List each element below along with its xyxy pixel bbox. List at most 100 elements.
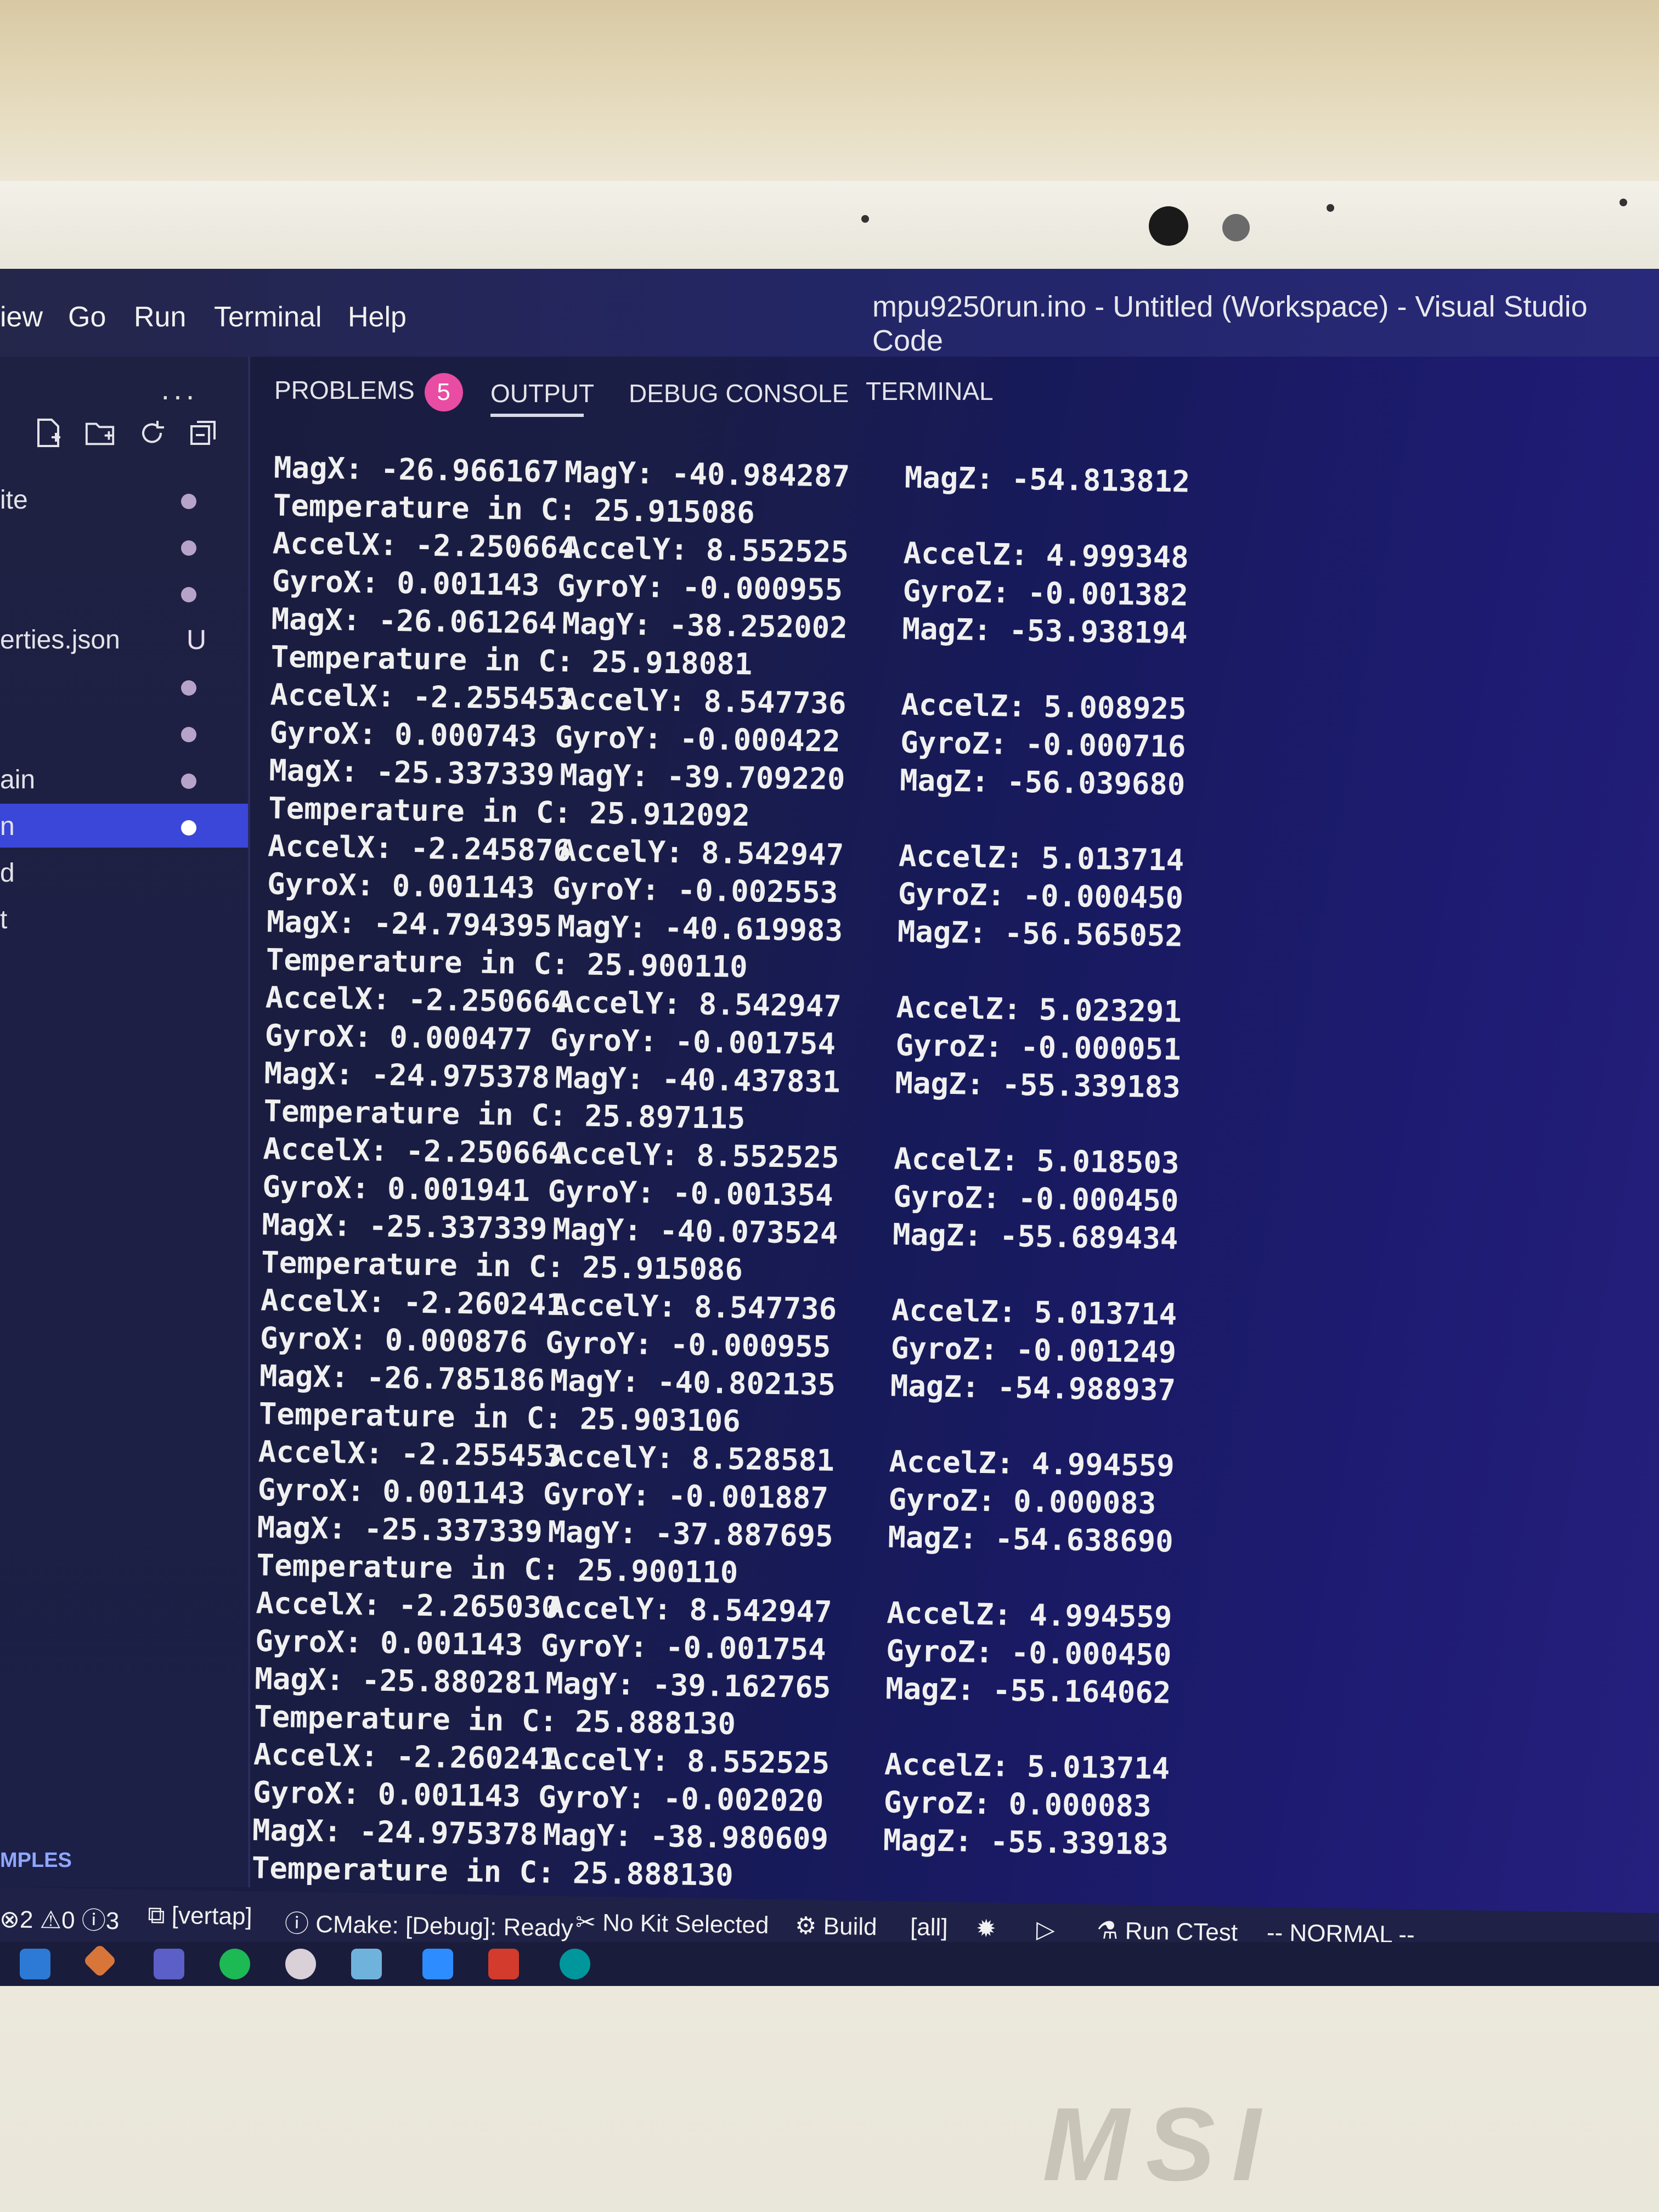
tab-problems[interactable]: PROBLEMS 5 xyxy=(274,373,463,411)
gear-icon: ⚙ xyxy=(794,1912,817,1940)
build-target[interactable]: [all] xyxy=(910,1914,948,1942)
problems-count-badge: 5 xyxy=(424,373,463,411)
more-actions-icon[interactable]: ··· xyxy=(160,377,198,413)
output-value: GyroZ: -0.001249 xyxy=(890,1330,1177,1370)
cmake-label: CMake: [Debug]: Ready xyxy=(315,1911,574,1942)
file-item[interactable]: erties.json U xyxy=(0,617,248,661)
build-label: Build xyxy=(823,1912,877,1941)
output-value: AccelZ: 5.023291 xyxy=(896,990,1182,1029)
output-panel[interactable]: MagX: -26.966167 MagY: -40.984287 MagZ: -5… xyxy=(235,433,1519,1907)
explorer-toolbar xyxy=(0,417,219,449)
output-value: AccelZ: 4.999348 xyxy=(903,535,1189,575)
output-value: MagZ: -55.339183 xyxy=(895,1065,1181,1105)
menu-terminal[interactable]: Terminal xyxy=(214,301,322,334)
zoom-icon[interactable] xyxy=(422,1949,453,1979)
teams-icon[interactable] xyxy=(154,1949,184,1979)
file-item[interactable]: t xyxy=(0,897,248,941)
modified-dot-icon xyxy=(181,540,196,556)
indicator-light-icon xyxy=(1327,204,1334,212)
tab-output[interactable]: OUTPUT xyxy=(490,379,594,408)
spotify-icon[interactable] xyxy=(219,1949,250,1979)
output-value: GyroZ: 0.000083 xyxy=(888,1482,1156,1521)
vscode-icon[interactable] xyxy=(20,1949,50,1979)
output-value: AccelZ: 5.013714 xyxy=(898,838,1184,878)
output-value: AccelZ: 5.008925 xyxy=(900,687,1187,726)
output-value: MagZ: -55.339183 xyxy=(883,1822,1169,1862)
modified-dot-icon xyxy=(181,774,196,789)
modified-dot-icon xyxy=(181,820,196,836)
refresh-icon[interactable] xyxy=(136,417,168,449)
tab-debug-console[interactable]: DEBUG CONSOLE xyxy=(629,379,849,408)
file-item[interactable]: d xyxy=(0,850,248,894)
output-value: AccelX: -2.260241 xyxy=(260,1283,565,1322)
output-value: AccelY: 8.528581 xyxy=(549,1438,835,1478)
file-item-selected[interactable]: n xyxy=(0,804,248,848)
output-value: AccelZ: 5.018503 xyxy=(893,1141,1180,1181)
arduino-icon[interactable] xyxy=(560,1949,590,1979)
samples-section-header[interactable]: MPLES xyxy=(0,1849,72,1872)
run-icon[interactable]: ▷ xyxy=(1036,1916,1056,1944)
branch-label: [vertap] xyxy=(171,1901,253,1931)
warning-icon: ⚠ xyxy=(40,1906,62,1934)
menu-view[interactable]: iew xyxy=(0,301,43,334)
output-value: MagX: -25.880281 xyxy=(254,1661,540,1701)
menu-run[interactable]: Run xyxy=(134,301,186,334)
output-value: Temperature in C: 25.888130 xyxy=(253,1699,736,1741)
branch-status[interactable]: ⧉ [vertap] xyxy=(148,1901,252,1931)
info-circle-icon: ⓘ xyxy=(284,1910,309,1938)
output-value: AccelY: 8.542947 xyxy=(556,984,842,1024)
output-value: Temperature in C: 25.915086 xyxy=(261,1245,743,1288)
debug-icon[interactable]: ✹ xyxy=(976,1915,997,1943)
build-button[interactable]: ⚙ Build xyxy=(795,1912,877,1941)
output-value: MagY: -40.984287 xyxy=(564,454,850,494)
solidworks-icon[interactable] xyxy=(488,1949,519,1979)
folder-icon[interactable] xyxy=(351,1949,382,1979)
modified-dot-icon xyxy=(181,680,196,696)
modified-dot-icon xyxy=(181,727,196,742)
laptop-bezel xyxy=(0,181,1659,274)
output-value: MagX: -24.794395 xyxy=(266,904,552,944)
menu-help[interactable]: Help xyxy=(348,301,407,334)
output-value: AccelX: -2.250664 xyxy=(265,980,569,1020)
output-value: AccelY: 8.547736 xyxy=(551,1287,837,1327)
collapse-all-icon[interactable] xyxy=(188,417,219,449)
new-folder-icon[interactable] xyxy=(84,417,116,449)
git-icon[interactable] xyxy=(82,1943,117,1978)
output-value: MagZ: -55.164062 xyxy=(885,1671,1171,1711)
tools-icon: ✂ xyxy=(575,1909,596,1937)
file-name: ite xyxy=(0,486,28,515)
tab-label: PROBLEMS xyxy=(274,376,415,405)
file-item[interactable] xyxy=(0,524,248,568)
output-value: AccelY: 8.547736 xyxy=(560,681,847,721)
output-value: MagY: -40.802135 xyxy=(550,1363,836,1402)
error-icon: ⊗ xyxy=(0,1905,20,1933)
app-icon[interactable] xyxy=(285,1949,316,1979)
output-value: AccelY: 8.552525 xyxy=(563,530,849,569)
file-name: ain xyxy=(0,765,36,794)
file-item[interactable]: ite xyxy=(0,477,248,521)
output-value: AccelZ: 5.013714 xyxy=(884,1747,1170,1786)
kit-status[interactable]: ✂ No Kit Selected xyxy=(575,1908,769,1939)
active-tab-indicator xyxy=(490,414,584,417)
new-file-icon[interactable] xyxy=(33,417,65,449)
output-value: GyroZ: -0.000450 xyxy=(885,1633,1172,1673)
problems-status[interactable]: ⊗2 ⚠0 ⓘ3 xyxy=(0,1899,120,1936)
tab-terminal[interactable]: TERMINAL xyxy=(866,376,994,406)
file-item[interactable] xyxy=(0,710,248,754)
output-value: MagX: -24.975378 xyxy=(264,1056,550,1095)
output-value: MagX: -26.966167 xyxy=(273,450,560,489)
cmake-status[interactable]: ⓘ CMake: [Debug]: Ready xyxy=(285,1904,574,1943)
file-name: erties.json xyxy=(0,625,120,654)
output-value: AccelZ: 4.994559 xyxy=(886,1595,1172,1635)
output-value: Temperature in C: 25.915086 xyxy=(273,488,755,531)
indicator-light-icon xyxy=(1620,199,1627,206)
menu-go[interactable]: Go xyxy=(68,301,106,334)
file-item[interactable]: ain xyxy=(0,757,248,801)
file-item[interactable] xyxy=(0,664,248,708)
info-count: 3 xyxy=(105,1908,120,1935)
file-item[interactable] xyxy=(0,571,248,614)
output-value: MagY: -38.252002 xyxy=(562,606,848,645)
output-value: MagX: -25.337339 xyxy=(257,1510,543,1549)
output-value: MagY: -37.887695 xyxy=(548,1514,834,1554)
explorer-sidebar: ··· ite erties.json U ain n d t MPLES xyxy=(0,357,248,1887)
